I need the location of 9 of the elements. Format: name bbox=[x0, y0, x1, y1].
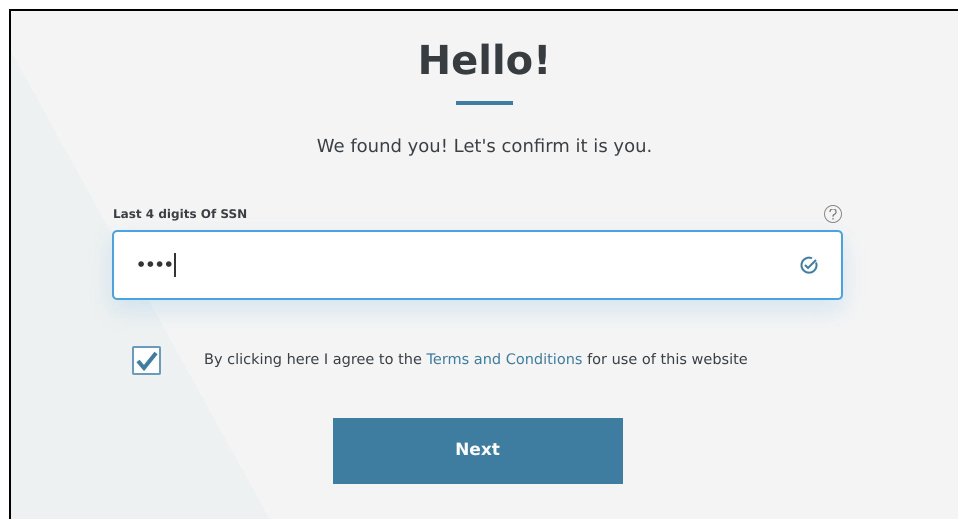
page-title: Hello! bbox=[418, 37, 552, 85]
agreement-text: By clicking here I agree to the Terms and Conditions for use of this website bbox=[204, 350, 748, 370]
ssn-input-field[interactable]: •••• bbox=[112, 230, 843, 300]
next-button[interactable]: Next bbox=[332, 418, 622, 484]
field-label: Last 4 digits Of SSN bbox=[112, 206, 248, 223]
help-icon[interactable] bbox=[824, 205, 842, 223]
agree-checkbox[interactable] bbox=[132, 346, 161, 375]
subtitle: We found you! Let's confirm it is you. bbox=[316, 135, 652, 159]
terms-link[interactable]: Terms and Conditions bbox=[426, 352, 582, 368]
